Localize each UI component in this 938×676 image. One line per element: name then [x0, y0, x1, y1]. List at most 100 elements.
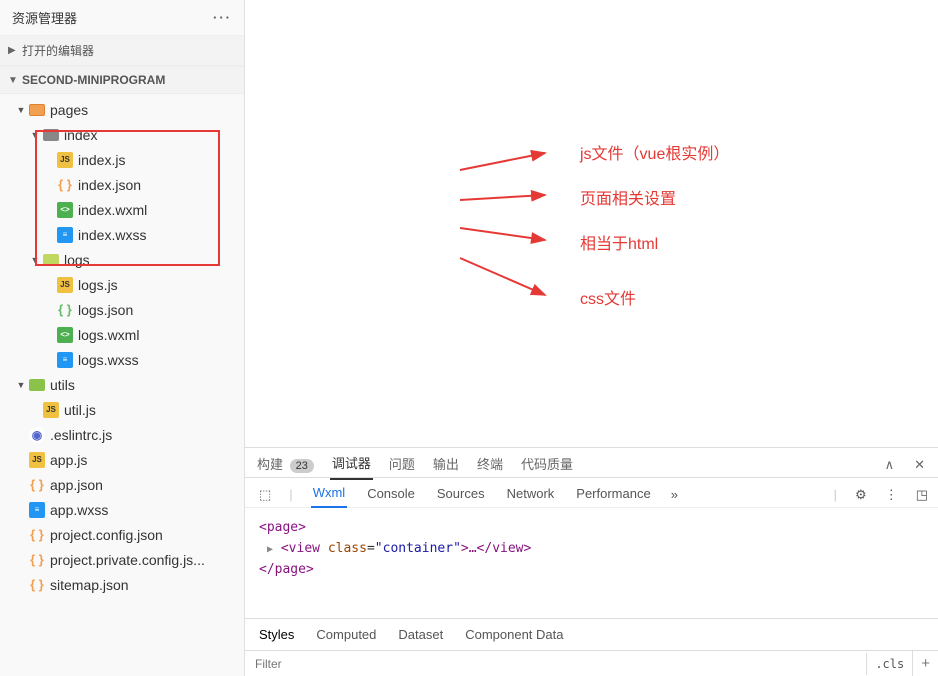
- more-tabs-icon[interactable]: »: [671, 487, 678, 502]
- folder-pages[interactable]: ▼ pages: [0, 97, 244, 122]
- more-icon[interactable]: ···: [213, 10, 232, 25]
- chevron-down-icon: ▼: [28, 130, 42, 140]
- folder-icon: [28, 102, 46, 118]
- file-index-js[interactable]: JS index.js: [0, 147, 244, 172]
- inspect-icon[interactable]: ⬚: [259, 487, 271, 503]
- file-logs-wxss[interactable]: ≡ logs.wxss: [0, 347, 244, 372]
- btab-styles[interactable]: Styles: [257, 625, 296, 644]
- annotation-overlay: js文件（vue根实例） 页面相关设置 相当于html css文件: [490, 0, 938, 390]
- expand-icon[interactable]: ▶: [267, 544, 273, 555]
- file-logs-wxml[interactable]: <> logs.wxml: [0, 322, 244, 347]
- styles-filter-input[interactable]: [245, 653, 866, 675]
- file-label: project.config.json: [50, 527, 163, 543]
- file-project-config[interactable]: { } project.config.json: [0, 522, 244, 547]
- code-line-1: <page>: [259, 520, 306, 535]
- file-label: util.js: [64, 402, 96, 418]
- tab-debugger[interactable]: 调试器: [330, 449, 373, 480]
- editor-area: js文件（vue根实例） 页面相关设置 相当于html css文件: [245, 0, 938, 447]
- wxml-inspector-code[interactable]: <page> ▶ <view class="container">…</view…: [245, 508, 938, 618]
- btab-dataset[interactable]: Dataset: [396, 625, 445, 644]
- project-header[interactable]: ▼ SECOND-MINIPROGRAM: [0, 66, 244, 94]
- json-file-icon: { }: [28, 577, 46, 593]
- file-util-js[interactable]: JS util.js: [0, 397, 244, 422]
- chevron-up-icon[interactable]: ∧: [882, 455, 898, 475]
- explorer-sidebar: 资源管理器 ··· ▶ 打开的编辑器 ▼ SECOND-MINIPROGRAM …: [0, 0, 245, 676]
- file-project-private-config[interactable]: { } project.private.config.js...: [0, 547, 244, 572]
- open-editors-label: 打开的编辑器: [22, 42, 94, 59]
- btab-component[interactable]: Component Data: [463, 625, 565, 644]
- subtab-console[interactable]: Console: [365, 482, 417, 507]
- subtab-wxml[interactable]: Wxml: [311, 481, 348, 508]
- folder-index[interactable]: ▼ index: [0, 122, 244, 147]
- tab-problems[interactable]: 问题: [387, 450, 417, 479]
- gear-icon[interactable]: ⚙: [855, 487, 867, 503]
- annotation-wxss: css文件: [580, 285, 636, 309]
- json-file-icon: { }: [28, 527, 46, 543]
- subtab-sources[interactable]: Sources: [435, 482, 487, 507]
- js-file-icon: JS: [56, 277, 74, 293]
- code-attr-val: "container": [375, 541, 461, 556]
- wxss-file-icon: ≡: [28, 502, 46, 518]
- btab-computed[interactable]: Computed: [314, 625, 378, 644]
- file-label: index.wxss: [78, 227, 146, 243]
- json-file-icon: { }: [28, 477, 46, 493]
- code-attr: class: [328, 541, 367, 556]
- file-label: index.wxml: [78, 202, 147, 218]
- file-index-json[interactable]: { } index.json: [0, 172, 244, 197]
- file-tree: ▼ pages ▼ index JS index.js { } index.js…: [0, 94, 244, 600]
- chevron-down-icon: ▼: [14, 380, 28, 390]
- tab-terminal[interactable]: 终端: [475, 450, 505, 479]
- chevron-down-icon: ▼: [28, 255, 42, 265]
- js-file-icon: JS: [56, 152, 74, 168]
- file-index-wxss[interactable]: ≡ index.wxss: [0, 222, 244, 247]
- code-tag: <view: [281, 541, 320, 556]
- file-label: app.json: [50, 477, 103, 493]
- file-label: app.js: [50, 452, 87, 468]
- json-file-icon: { }: [56, 302, 74, 318]
- wxml-file-icon: <>: [56, 202, 74, 218]
- file-app-json[interactable]: { } app.json: [0, 472, 244, 497]
- folder-icon: [42, 252, 60, 268]
- tab-output[interactable]: 输出: [431, 450, 461, 479]
- file-label: logs.wxss: [78, 352, 139, 368]
- close-icon[interactable]: ✕: [911, 455, 928, 475]
- file-label: logs.js: [78, 277, 118, 293]
- file-logs-js[interactable]: JS logs.js: [0, 272, 244, 297]
- sidebar-header: 资源管理器 ···: [0, 0, 244, 35]
- open-editors-header[interactable]: ▶ 打开的编辑器: [0, 35, 244, 66]
- folder-utils[interactable]: ▼ utils: [0, 372, 244, 397]
- wxml-file-icon: <>: [56, 327, 74, 343]
- styles-tab-row: Styles Computed Dataset Component Data: [245, 618, 938, 650]
- chevron-down-icon: ▼: [8, 75, 22, 86]
- file-app-js[interactable]: JS app.js: [0, 447, 244, 472]
- cls-toggle-button[interactable]: .cls: [866, 653, 912, 675]
- folder-icon: [42, 127, 60, 143]
- folder-label: utils: [50, 377, 75, 393]
- dock-icon[interactable]: ◳: [916, 487, 928, 503]
- folder-label: pages: [50, 102, 88, 118]
- file-label: index.json: [78, 177, 141, 193]
- add-style-button[interactable]: +: [912, 651, 938, 676]
- file-label: project.private.config.js...: [50, 552, 205, 568]
- project-name-label: SECOND-MINIPROGRAM: [22, 73, 165, 87]
- js-file-icon: JS: [42, 402, 60, 418]
- chevron-down-icon: ▼: [14, 105, 28, 115]
- subtab-performance[interactable]: Performance: [574, 482, 652, 507]
- file-eslintrc[interactable]: ◉ .eslintrc.js: [0, 422, 244, 447]
- file-app-wxss[interactable]: ≡ app.wxss: [0, 497, 244, 522]
- subtab-network[interactable]: Network: [505, 482, 557, 507]
- tab-build[interactable]: 构建 23: [255, 450, 316, 479]
- folder-logs[interactable]: ▼ logs: [0, 247, 244, 272]
- build-count-badge: 23: [290, 459, 314, 473]
- js-file-icon: JS: [28, 452, 46, 468]
- file-logs-json[interactable]: { } logs.json: [0, 297, 244, 322]
- folder-label: index: [64, 127, 97, 143]
- tab-quality[interactable]: 代码质量: [519, 450, 575, 479]
- wxss-file-icon: ≡: [56, 227, 74, 243]
- kebab-icon[interactable]: ⋮: [885, 487, 898, 503]
- code-close: >…</view>: [461, 541, 531, 556]
- file-index-wxml[interactable]: <> index.wxml: [0, 197, 244, 222]
- file-label: index.js: [78, 152, 125, 168]
- file-label: app.wxss: [50, 502, 108, 518]
- file-sitemap-json[interactable]: { } sitemap.json: [0, 572, 244, 597]
